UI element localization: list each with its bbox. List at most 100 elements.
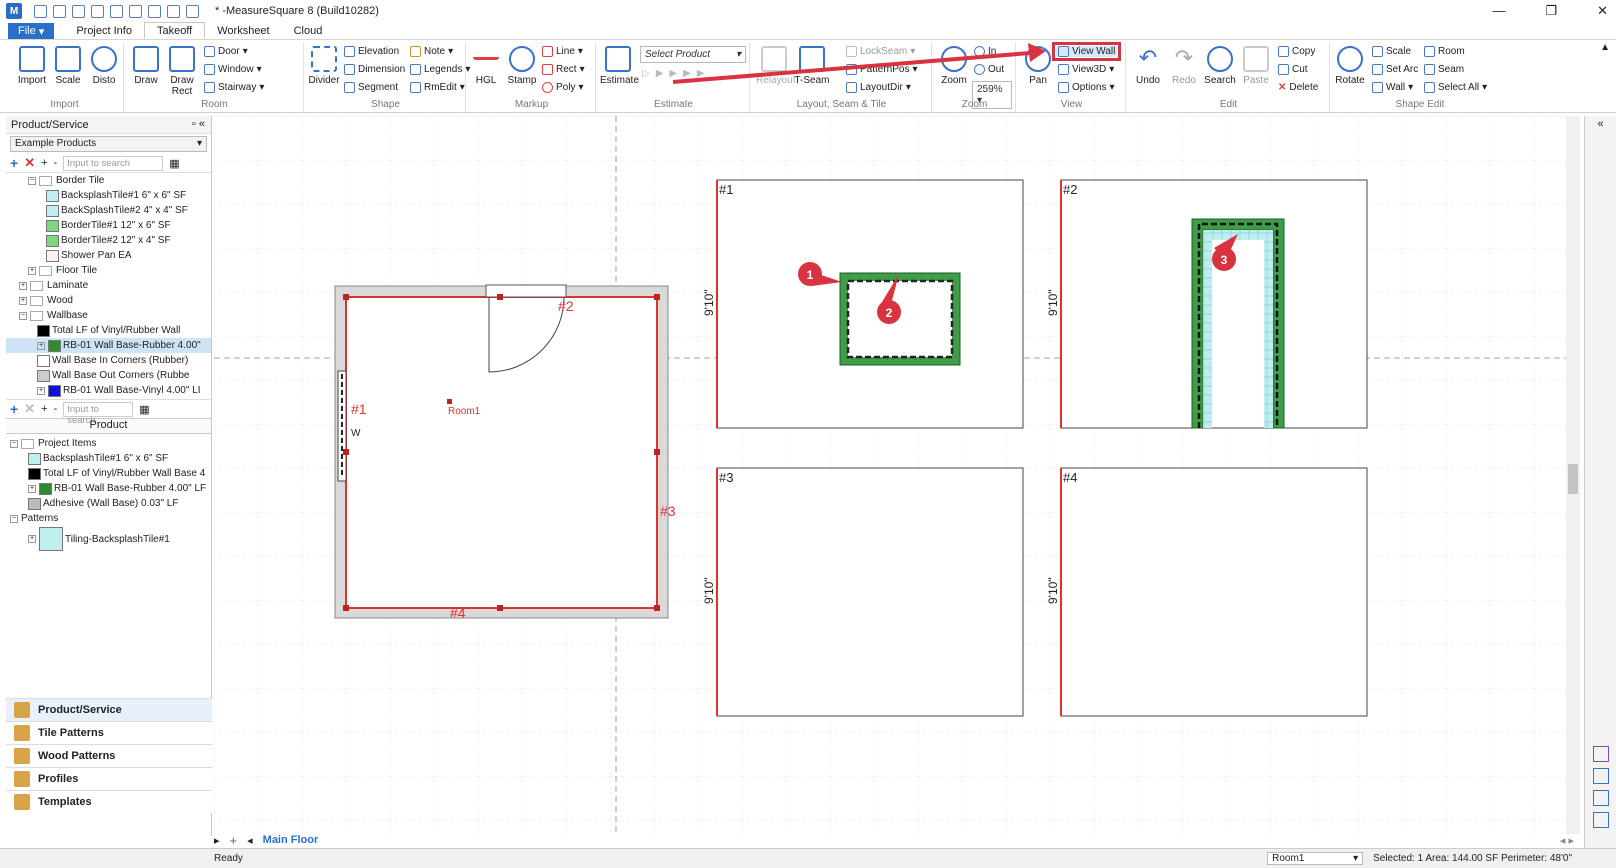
vertical-scrollbar[interactable]: [1566, 116, 1580, 834]
zoom-button[interactable]: Zoom: [936, 46, 972, 86]
cloud-icon[interactable]: [186, 4, 199, 18]
expand-toggle-icon[interactable]: +: [28, 266, 36, 275]
segment-button[interactable]: Segment: [344, 82, 398, 93]
paste-button[interactable]: Paste: [1238, 46, 1274, 86]
patternpos-button[interactable]: PatternPos ▾: [846, 64, 918, 75]
expand-toggle-icon[interactable]: +: [28, 535, 36, 543]
tab-project-info[interactable]: Project Info: [64, 22, 144, 39]
line-button[interactable]: Line ▾: [542, 46, 583, 57]
document-icon[interactable]: [1593, 790, 1609, 806]
drawing-canvas[interactable]: #1 #2 #3 #4 W Room1 #1 9'10" #2 9'10" #3: [214, 116, 1584, 834]
accordion-product-service[interactable]: Product/Service: [6, 698, 212, 721]
copy-button[interactable]: Copy: [1278, 46, 1315, 57]
import-button[interactable]: Import: [14, 46, 50, 86]
redo-button[interactable]: ↷ Redo: [1166, 46, 1202, 87]
room-floorplan[interactable]: [334, 284, 669, 619]
add-small-icon[interactable]: +: [41, 403, 47, 415]
minus-icon[interactable]: -: [54, 157, 58, 169]
accordion-tile-patterns[interactable]: Tile Patterns: [6, 721, 212, 744]
rmedit-button[interactable]: RmEdit ▾: [410, 82, 465, 93]
product-tree-item[interactable]: + Laminate: [6, 278, 211, 293]
open-folder-icon[interactable]: [53, 4, 66, 18]
wall-view-2[interactable]: #2 9'10": [1046, 179, 1368, 429]
pan-button[interactable]: Pan: [1020, 46, 1056, 86]
product-tree-item[interactable]: BorderTile#1 12" x 6" SF: [6, 218, 211, 233]
expand-toggle-icon[interactable]: +: [28, 484, 36, 493]
product-tree-item[interactable]: + RB-01 Wall Base-Vinyl 4.00" LI: [6, 383, 211, 398]
project-tree-item[interactable]: − Patterns: [6, 511, 211, 526]
dimension-button[interactable]: Dimension: [344, 64, 405, 75]
expand-toggle-icon[interactable]: +: [37, 386, 45, 395]
play-icon[interactable]: [1593, 768, 1609, 784]
sheet-nav-icon[interactable]: ◂: [247, 834, 253, 847]
minimize-icon[interactable]: —: [1492, 3, 1505, 19]
scale-button[interactable]: Scale: [50, 46, 86, 86]
shape-scale-button[interactable]: Scale: [1372, 46, 1411, 57]
wall-view-1[interactable]: #1 9'10": [702, 179, 1024, 429]
estimate-button[interactable]: Estimate: [600, 46, 639, 86]
select-product-dropdown[interactable]: Select Product ▾: [640, 46, 746, 63]
expand-toggle-icon[interactable]: −: [10, 439, 18, 448]
product-tree-item[interactable]: + Wood: [6, 293, 211, 308]
zoom-out-button[interactable]: Out: [974, 64, 1004, 75]
window-opening-wall1[interactable]: [846, 279, 954, 359]
add-sheet-icon[interactable]: +: [230, 833, 238, 848]
wall-button[interactable]: Wall ▾: [1372, 82, 1413, 93]
panel-pin-icon[interactable]: ▫ «: [192, 118, 205, 130]
search-button[interactable]: Search: [1202, 46, 1238, 86]
project-tree-item[interactable]: + RB-01 Wall Base-Rubber 4.00" LF: [6, 481, 211, 496]
delete-button[interactable]: ✕ Delete: [1278, 82, 1318, 93]
redo-icon[interactable]: [110, 4, 123, 18]
product-tree-item[interactable]: BacksplashTile#1 6" x 6" SF: [6, 188, 211, 203]
expand-panel-icon[interactable]: «: [1585, 116, 1616, 130]
divider-button[interactable]: Divider: [306, 46, 342, 86]
project-tree-item[interactable]: + Tiling-BacksplashTile#1: [6, 526, 211, 552]
draw-button[interactable]: Draw: [128, 46, 164, 86]
wall-view-4[interactable]: #4 9'10": [1046, 467, 1368, 717]
sheet-prev-icon[interactable]: ▸: [214, 834, 220, 847]
settings-icon[interactable]: [148, 4, 161, 18]
view-wall-button[interactable]: View Wall: [1051, 42, 1122, 61]
product-tree-item[interactable]: BackSplashTile#2 4" x 4" SF: [6, 203, 211, 218]
accordion-wood-patterns[interactable]: Wood Patterns: [6, 744, 212, 767]
select-all-button[interactable]: Select All ▾: [1424, 82, 1487, 93]
help-icon[interactable]: [167, 4, 180, 18]
door-button[interactable]: Door ▾: [204, 46, 248, 57]
draw-rect-button[interactable]: Draw Rect: [164, 46, 200, 97]
expand-toggle-icon[interactable]: +: [37, 341, 45, 350]
product-tree-item[interactable]: Wall Base Out Corners (Rubbe: [6, 368, 211, 383]
new-file-icon[interactable]: [34, 4, 47, 18]
close-icon[interactable]: ✕: [1597, 3, 1608, 19]
room-outline[interactable]: [345, 296, 658, 609]
undo-button[interactable]: ↶ Undo: [1130, 46, 1166, 87]
restore-icon[interactable]: ❐: [1545, 3, 1557, 19]
legends-button[interactable]: Legends ▾: [410, 64, 470, 75]
relayout-button[interactable]: Relayout: [756, 46, 795, 86]
rotate-button[interactable]: Rotate: [1332, 46, 1368, 86]
add-small-icon[interactable]: +: [41, 157, 47, 169]
minus-icon[interactable]: -: [54, 403, 58, 415]
poly-button[interactable]: Poly ▾: [542, 82, 583, 93]
room-select-dropdown[interactable]: Room1 ▾: [1267, 852, 1364, 865]
lockseam-button[interactable]: LockSeam ▾: [846, 46, 915, 57]
project-tree-item[interactable]: BacksplashTile#1 6" x 6" SF: [6, 451, 211, 466]
expand-toggle-icon[interactable]: +: [19, 281, 27, 290]
product-tree-item[interactable]: Wall Base In Corners (Vinyl)(1: [6, 398, 211, 399]
project-search-input[interactable]: Input to search: [63, 401, 134, 426]
add-item-icon[interactable]: +: [10, 401, 18, 417]
rect-button[interactable]: Rect ▾: [542, 64, 585, 75]
remove-item-icon[interactable]: ✕: [24, 401, 35, 417]
undo-icon[interactable]: [91, 4, 104, 18]
tab-cloud[interactable]: Cloud: [282, 22, 335, 39]
window-button[interactable]: Window ▾: [204, 64, 262, 75]
expand-toggle-icon[interactable]: +: [19, 296, 27, 305]
accordion-profiles[interactable]: Profiles: [6, 767, 212, 790]
print-icon[interactable]: [129, 4, 142, 18]
elevation-button[interactable]: Elevation: [344, 46, 399, 57]
product-tree-item[interactable]: + Floor Tile: [6, 263, 211, 278]
remove-product-icon[interactable]: ✕: [24, 155, 35, 171]
product-search-input[interactable]: Input to search: [63, 155, 164, 171]
add-product-icon[interactable]: +: [10, 155, 18, 171]
expand-toggle-icon[interactable]: −: [28, 176, 36, 185]
view3d-button[interactable]: View3D ▾: [1058, 64, 1114, 75]
